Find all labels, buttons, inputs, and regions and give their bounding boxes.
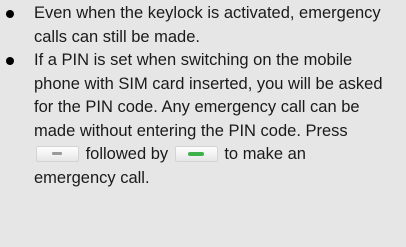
bullet-text-keylock: Even when the keylock is activated, emer… [34, 4, 381, 46]
bullet-item-pin: If a PIN is set when switching on the mo… [6, 49, 384, 190]
menu-key-icon [36, 146, 79, 162]
bullet-dot-icon [6, 10, 14, 18]
bullet-list: Even when the keylock is activated, emer… [6, 2, 384, 190]
call-key-icon [174, 146, 218, 162]
bullet-dot-icon [6, 57, 14, 65]
emergency-call-notes-panel: Even when the keylock is activated, emer… [0, 0, 406, 247]
bullet-item-keylock: Even when the keylock is activated, emer… [6, 2, 384, 49]
bullet-text-followed-by: followed by [85, 145, 169, 163]
bullet-text-pin: If a PIN is set when switching on the mo… [34, 51, 383, 140]
